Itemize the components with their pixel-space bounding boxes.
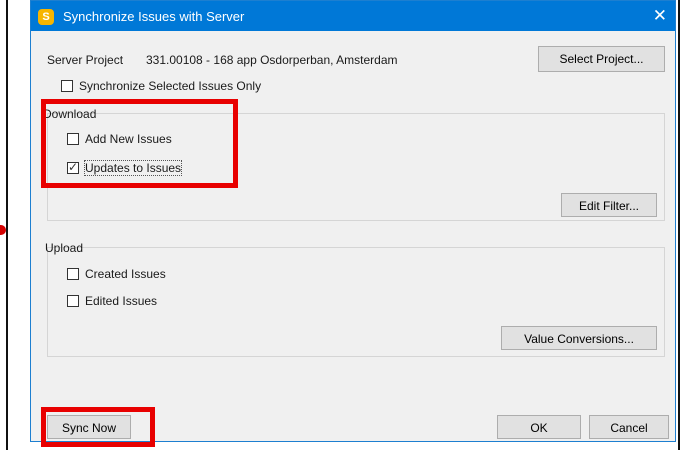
server-project-label: Server Project — [47, 53, 124, 67]
sync-selected-only-checkbox[interactable]: Synchronize Selected Issues Only — [61, 79, 261, 93]
cancel-button[interactable]: Cancel — [589, 415, 669, 439]
title-bar[interactable]: S Synchronize Issues with Server ✕ — [31, 1, 675, 31]
sync-now-highlight-box — [41, 407, 155, 447]
value-conversions-button[interactable]: Value Conversions... — [501, 326, 657, 350]
checkbox-icon[interactable] — [61, 80, 73, 92]
checkbox-icon[interactable] — [67, 295, 79, 307]
upload-group-title: Upload — [45, 241, 84, 255]
dialog-title: Synchronize Issues with Server — [63, 9, 245, 24]
download-highlight-box — [41, 99, 238, 188]
server-project-value: 331.00108 - 168 app Osdorperban, Amsterd… — [146, 53, 398, 67]
edited-issues-checkbox[interactable]: Edited Issues — [67, 294, 157, 308]
close-icon[interactable]: ✕ — [653, 6, 667, 26]
left-border-line — [6, 0, 8, 450]
edit-filter-button[interactable]: Edit Filter... — [561, 193, 657, 217]
right-border-line — [678, 0, 680, 450]
select-project-button[interactable]: Select Project... — [538, 46, 665, 72]
created-issues-checkbox[interactable]: Created Issues — [67, 267, 166, 281]
app-icon: S — [38, 9, 54, 25]
sync-selected-only-label: Synchronize Selected Issues Only — [79, 79, 262, 93]
edited-issues-label: Edited Issues — [85, 294, 158, 308]
created-issues-label: Created Issues — [85, 267, 166, 281]
sync-dialog: S Synchronize Issues with Server ✕ Serve… — [30, 0, 676, 447]
ok-button[interactable]: OK — [497, 415, 581, 439]
checkbox-icon[interactable] — [67, 268, 79, 280]
